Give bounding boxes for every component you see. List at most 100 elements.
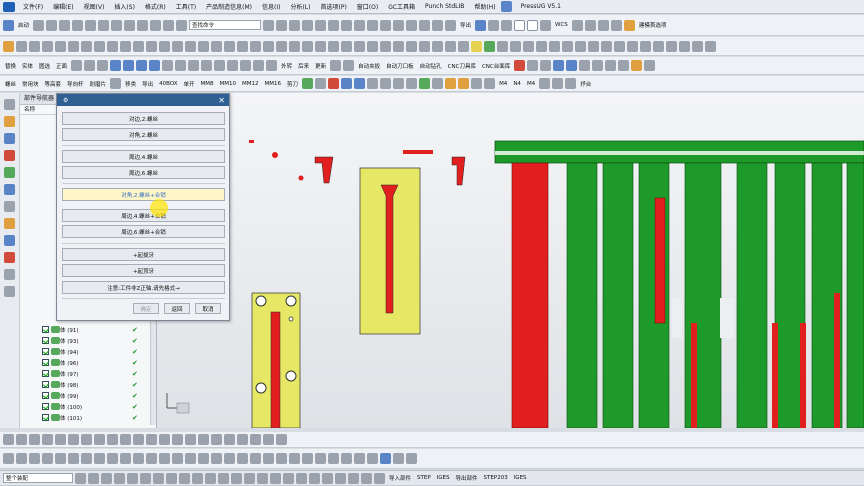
tool-icon[interactable] <box>354 19 366 31</box>
green-punch[interactable] <box>846 162 864 429</box>
part-nav-icon[interactable] <box>4 150 15 161</box>
tool-icon[interactable] <box>224 40 235 52</box>
green-punch[interactable] <box>602 162 634 429</box>
roles-icon[interactable] <box>4 252 15 263</box>
tool-icon[interactable] <box>3 40 14 52</box>
tool-icon[interactable] <box>343 60 355 71</box>
tool-icon[interactable] <box>3 434 14 445</box>
tool-icon[interactable] <box>445 19 457 31</box>
tool-icon[interactable] <box>263 19 275 31</box>
export-iges-label[interactable]: IGES <box>512 475 529 481</box>
tool-icon[interactable] <box>432 19 444 31</box>
tool-icon[interactable] <box>192 472 203 484</box>
mm12-label[interactable]: MM12 <box>240 81 261 87</box>
tree-row[interactable]: 体 (100) ✔ <box>42 401 157 412</box>
start-icon[interactable] <box>3 19 14 31</box>
tool-icon[interactable] <box>614 40 625 52</box>
menu-view[interactable]: 视图(V) <box>79 2 110 11</box>
tool-icon[interactable] <box>133 40 144 52</box>
tool-icon[interactable] <box>510 40 521 52</box>
tree-row[interactable]: 体 (96) ✔ <box>42 357 157 368</box>
tool-icon[interactable] <box>565 78 577 89</box>
tool-icon[interactable] <box>120 40 131 52</box>
tool-icon[interactable] <box>185 40 196 52</box>
export-label[interactable]: 导出 <box>140 80 155 88</box>
tool-icon[interactable] <box>198 40 209 52</box>
solid-label[interactable]: 实体 <box>20 62 35 70</box>
tool-icon[interactable] <box>123 60 135 71</box>
tool-icon[interactable] <box>55 434 66 445</box>
tool-icon[interactable] <box>159 453 170 464</box>
cancel-button[interactable]: 取消 <box>195 303 221 314</box>
tool-icon[interactable] <box>42 434 53 445</box>
tool-icon[interactable] <box>211 453 222 464</box>
circle-select-label[interactable]: 圆选 <box>37 62 52 70</box>
assembly-nav-icon[interactable] <box>4 116 15 127</box>
tool-icon[interactable] <box>553 60 565 71</box>
tool-icon[interactable] <box>328 19 340 31</box>
start-label[interactable]: 启动 <box>16 21 31 29</box>
tool-icon[interactable] <box>218 472 229 484</box>
tool-icon[interactable] <box>81 40 92 52</box>
update-label[interactable]: 更新 <box>313 62 328 70</box>
tool-icon[interactable] <box>341 78 353 89</box>
tool-icon[interactable] <box>68 434 79 445</box>
tool-icon[interactable] <box>705 40 716 52</box>
tool-icon[interactable] <box>81 434 92 445</box>
tool-icon[interactable] <box>94 40 105 52</box>
tool-icon[interactable] <box>627 40 638 52</box>
diagonal-2-screw-pin-button[interactable]: 对角,2.螺丝+合销 <box>62 188 225 201</box>
system-material-icon[interactable] <box>4 218 15 229</box>
tool-icon[interactable] <box>276 40 287 52</box>
tool-icon[interactable] <box>16 434 27 445</box>
menu-format[interactable]: 格式(R) <box>140 2 171 11</box>
constraint-nav-icon[interactable] <box>4 133 15 144</box>
tool-icon[interactable] <box>328 453 339 464</box>
tree-row[interactable]: 体 (101) ✔ <box>42 412 157 423</box>
move-label[interactable]: 移类 <box>123 80 138 88</box>
green-punch[interactable] <box>684 162 722 429</box>
tool-icon[interactable] <box>302 78 314 89</box>
red-punch[interactable] <box>800 323 806 428</box>
scissors-label[interactable]: 剪刀 <box>285 80 300 88</box>
opposite-edge-2-screw-button[interactable]: 对边,2.螺丝 <box>62 112 225 125</box>
red-punch[interactable] <box>772 323 778 428</box>
tool-icon[interactable] <box>631 60 643 71</box>
tool-icon[interactable] <box>71 60 83 71</box>
red-punch[interactable] <box>691 323 697 428</box>
tool-icon[interactable] <box>562 40 573 52</box>
tool-icon[interactable] <box>263 40 274 52</box>
tool-icon[interactable] <box>172 453 183 464</box>
tool-icon[interactable] <box>55 40 66 52</box>
tool-icon[interactable] <box>458 78 470 89</box>
perimeter-4-screw-pin-button[interactable]: 周边,4.螺丝+合销 <box>62 209 225 222</box>
cnc-table-lib-label[interactable]: CNC台面库 <box>480 62 512 70</box>
tool-icon[interactable] <box>253 60 265 71</box>
tool-icon[interactable] <box>146 40 157 52</box>
mm8-label[interactable]: MM8 <box>199 81 216 87</box>
tool-icon[interactable] <box>315 78 327 89</box>
wear-plate-label[interactable]: 耐磨片 <box>88 80 109 88</box>
tool-icon[interactable] <box>419 78 431 89</box>
tool-icon[interactable] <box>29 434 40 445</box>
tool-icon[interactable] <box>348 472 359 484</box>
tool-icon[interactable] <box>231 472 242 484</box>
tool-icon[interactable] <box>527 60 539 71</box>
auto-drill-label[interactable]: 自动钻孔 <box>418 62 444 70</box>
tool-icon[interactable] <box>166 472 177 484</box>
red-piece[interactable] <box>298 175 304 181</box>
visibility-checkbox[interactable] <box>42 403 49 410</box>
tool-icon[interactable] <box>150 19 162 31</box>
visibility-checkbox[interactable] <box>42 337 49 344</box>
tool-icon[interactable] <box>283 472 294 484</box>
guide-rod-label[interactable]: 导向杆 <box>65 80 86 88</box>
red-punch[interactable] <box>654 197 666 324</box>
modeling-pref-label[interactable]: 建模首选项 <box>637 21 669 29</box>
tool-icon[interactable] <box>445 40 456 52</box>
back-button[interactable]: 返回 <box>164 303 190 314</box>
tool-icon[interactable] <box>263 453 274 464</box>
screw-label[interactable]: 螺丝 <box>3 80 18 88</box>
tool-icon[interactable] <box>140 472 151 484</box>
tool-icon[interactable] <box>361 472 372 484</box>
tool-icon[interactable] <box>172 434 183 445</box>
